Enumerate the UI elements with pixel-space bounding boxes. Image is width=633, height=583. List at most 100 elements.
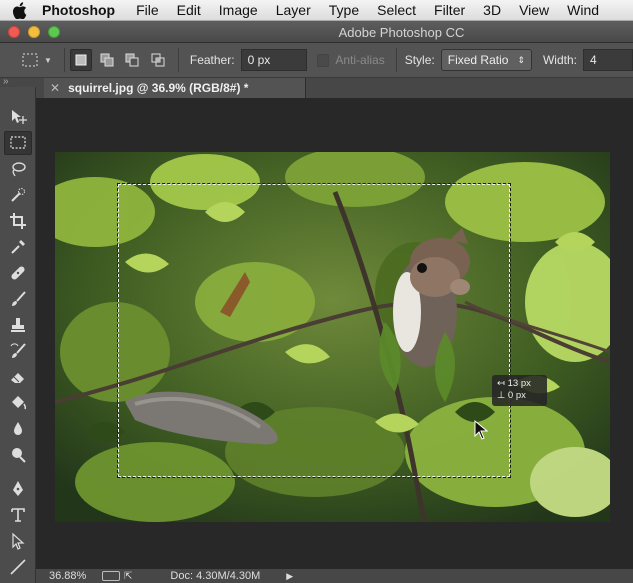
menu-3d[interactable]: 3D bbox=[474, 2, 510, 18]
spot-healing-brush-tool[interactable] bbox=[4, 261, 32, 285]
spot-healing-brush-icon bbox=[11, 266, 25, 280]
menu-layer[interactable]: Layer bbox=[267, 2, 320, 18]
chevron-down-icon: ▼ bbox=[44, 55, 52, 65]
selection-info-hud: ↤ 13 px ⊥ 0 px bbox=[492, 375, 547, 406]
tools-panel bbox=[0, 87, 36, 583]
rectangular-marquee-tool[interactable] bbox=[4, 131, 32, 155]
selection-marquee[interactable] bbox=[117, 183, 511, 478]
divider bbox=[177, 48, 179, 72]
hud-row-dx: ↤ 13 px bbox=[497, 378, 542, 390]
hud-dx-value: 13 px bbox=[507, 378, 531, 389]
type-tool-icon bbox=[11, 508, 25, 522]
move-tool-icon bbox=[12, 110, 27, 124]
mac-menu-bar: Photoshop File Edit Image Layer Type Sel… bbox=[0, 0, 633, 21]
menu-app-name[interactable]: Photoshop bbox=[36, 2, 127, 18]
menu-type[interactable]: Type bbox=[320, 2, 368, 18]
add-to-selection-button[interactable] bbox=[96, 49, 118, 71]
height-delta-icon: ⊥ bbox=[497, 390, 508, 401]
quick-selection-tool-icon bbox=[11, 188, 25, 202]
lasso-tool[interactable] bbox=[4, 157, 32, 181]
menu-file[interactable]: File bbox=[127, 2, 168, 18]
document-tab[interactable]: ✕ squirrel.jpg @ 36.9% (RGB/8#) * bbox=[44, 78, 306, 98]
intersect-selection-button[interactable] bbox=[147, 49, 169, 71]
divider bbox=[395, 48, 397, 72]
brush-tool[interactable] bbox=[4, 287, 32, 311]
width-input[interactable] bbox=[583, 49, 633, 71]
document-tab-title: squirrel.jpg @ 36.9% (RGB/8#) * bbox=[68, 81, 249, 95]
paint-bucket-tool[interactable] bbox=[4, 391, 32, 415]
style-label: Style: bbox=[404, 53, 435, 67]
menu-view[interactable]: View bbox=[510, 2, 558, 18]
subtract-selection-icon bbox=[125, 53, 139, 67]
view-mode-icon[interactable] bbox=[102, 571, 120, 581]
clone-stamp-tool[interactable] bbox=[4, 313, 32, 337]
lasso-tool-icon bbox=[12, 162, 26, 177]
feather-label: Feather: bbox=[189, 53, 235, 67]
crop-tool[interactable] bbox=[4, 209, 32, 233]
clone-stamp-icon bbox=[11, 318, 25, 332]
mouse-cursor-icon bbox=[474, 420, 488, 440]
document-canvas[interactable]: ↤ 13 px ⊥ 0 px bbox=[36, 98, 633, 569]
apple-icon[interactable] bbox=[12, 1, 36, 19]
menu-select[interactable]: Select bbox=[368, 2, 425, 18]
history-brush-icon bbox=[10, 343, 26, 358]
intersect-selection-icon bbox=[151, 53, 165, 67]
paint-bucket-icon bbox=[12, 396, 27, 410]
history-brush-tool[interactable] bbox=[4, 339, 32, 363]
menu-window[interactable]: Wind bbox=[558, 2, 608, 18]
path-selection-tool[interactable] bbox=[4, 529, 32, 553]
menu-image[interactable]: Image bbox=[210, 2, 267, 18]
width-delta-icon: ↤ bbox=[497, 378, 508, 389]
eraser-tool[interactable] bbox=[4, 365, 32, 389]
hud-dy-value: 0 px bbox=[507, 390, 526, 401]
line-tool[interactable] bbox=[4, 555, 32, 579]
eyedropper-tool[interactable] bbox=[4, 235, 32, 259]
brush-tool-icon bbox=[12, 291, 26, 306]
document-tab-bar: ✕ squirrel.jpg @ 36.9% (RGB/8#) * bbox=[36, 78, 633, 98]
move-tool[interactable] bbox=[4, 105, 32, 129]
close-tab-icon[interactable]: ✕ bbox=[50, 81, 60, 95]
width-label: Width: bbox=[542, 53, 577, 67]
new-selection-button[interactable] bbox=[70, 49, 92, 71]
menu-filter[interactable]: Filter bbox=[425, 2, 474, 18]
style-select[interactable]: Fixed Ratio ⇕ bbox=[440, 49, 532, 71]
line-tool-icon bbox=[10, 559, 26, 575]
feather-input[interactable] bbox=[240, 49, 307, 71]
dodge-tool[interactable] bbox=[4, 443, 32, 467]
style-selected-value: Fixed Ratio bbox=[447, 53, 509, 67]
squirrel-photo[interactable] bbox=[55, 152, 610, 522]
menu-edit[interactable]: Edit bbox=[168, 2, 210, 18]
pen-tool-icon bbox=[13, 481, 23, 496]
window-title: Adobe Photoshop CC bbox=[338, 25, 465, 40]
blur-tool-icon bbox=[14, 422, 22, 435]
add-selection-icon bbox=[100, 53, 114, 67]
type-tool[interactable] bbox=[4, 503, 32, 527]
photoshop-window: Photoshop File Edit Image Layer Type Sel… bbox=[0, 0, 633, 583]
status-menu-arrow-icon[interactable]: ▶ bbox=[286, 571, 293, 582]
collapse-panel-icon[interactable]: » bbox=[3, 76, 9, 87]
divider bbox=[64, 48, 66, 72]
crop-tool-icon bbox=[10, 213, 26, 229]
subtract-from-selection-button[interactable] bbox=[122, 49, 144, 71]
tool-preset-picker[interactable]: ▼ bbox=[22, 53, 59, 67]
export-icon[interactable]: ⇱ bbox=[124, 571, 132, 582]
eyedropper-tool-icon bbox=[11, 240, 25, 254]
hud-row-dy: ⊥ 0 px bbox=[497, 390, 542, 402]
eraser-tool-icon bbox=[11, 373, 24, 383]
path-selection-tool-icon bbox=[12, 532, 25, 550]
dodge-tool-icon bbox=[12, 448, 26, 463]
zoom-level[interactable]: 36.88% bbox=[36, 570, 98, 582]
pen-tool[interactable] bbox=[4, 477, 32, 501]
quick-selection-tool[interactable] bbox=[4, 183, 32, 207]
options-bar: ▼ Feather: Anti-alias Style: Fixed Ratio… bbox=[0, 43, 633, 78]
rectangular-marquee-tool-icon bbox=[10, 136, 26, 149]
status-bar: 36.88% ⇱ Doc: 4.30M/4.30M ▶ bbox=[36, 569, 633, 583]
anti-alias-label: Anti-alias bbox=[335, 53, 385, 67]
marquee-preset-icon bbox=[22, 53, 38, 67]
new-selection-icon bbox=[75, 54, 87, 66]
updown-arrows-icon: ⇕ bbox=[517, 54, 525, 65]
window-title-bar: Adobe Photoshop CC bbox=[0, 21, 633, 43]
anti-alias-checkbox[interactable] bbox=[316, 53, 330, 67]
doc-size-info: Doc: 4.30M/4.30M bbox=[170, 570, 261, 582]
blur-tool[interactable] bbox=[4, 417, 32, 441]
